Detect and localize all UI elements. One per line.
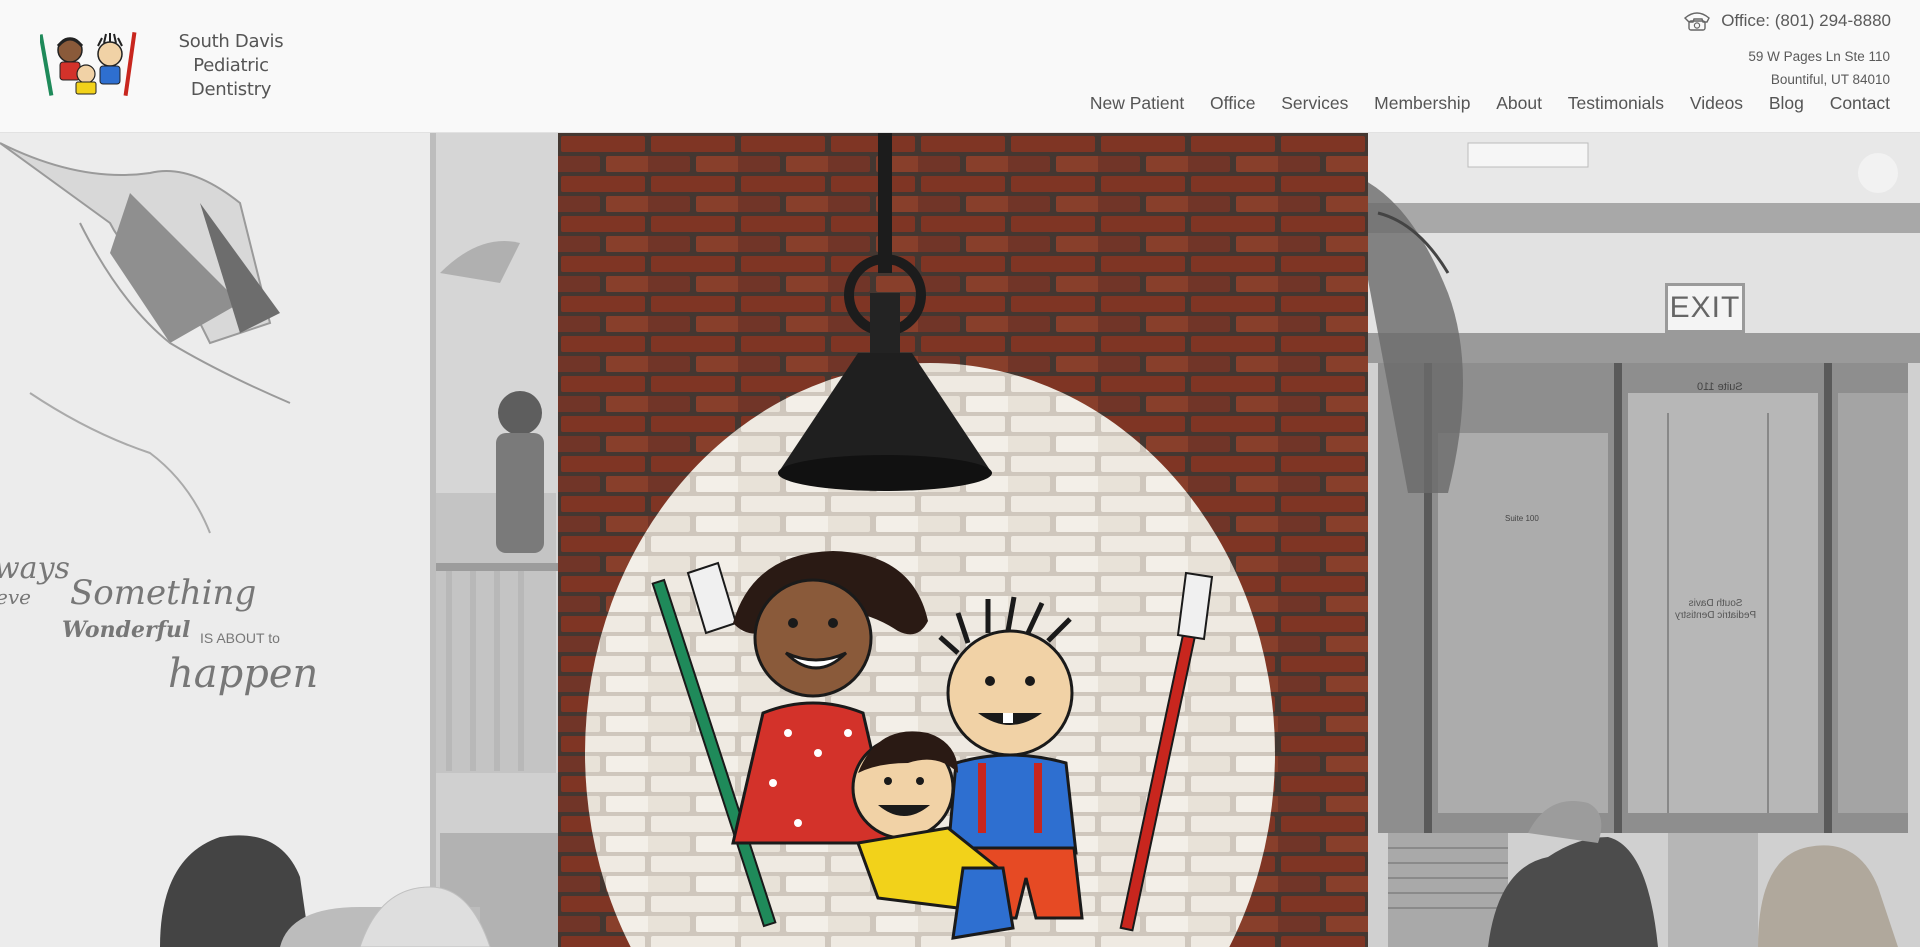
suite-sign-mirrored: Suite 110: [1697, 381, 1743, 393]
brand-logo-link[interactable]: South Davis Pediatric Dentistry: [40, 28, 320, 104]
address-line2: Bountiful, UT 84010: [1770, 72, 1890, 87]
nav-about[interactable]: About: [1470, 91, 1542, 116]
wall-quote-line4: Wonderful: [62, 617, 191, 643]
nav-membership[interactable]: Membership: [1348, 91, 1470, 116]
door-logo-line1: South Davis: [1688, 598, 1743, 609]
office-phone-link[interactable]: Office: (801) 294-8880: [1683, 10, 1891, 32]
wall-quote-line3: Something: [70, 573, 257, 613]
kids-toothbrush-logo-icon: [40, 32, 137, 96]
brand-name-line2: Dentistry: [190, 79, 272, 100]
hero-left-photo: ways eve Something Wonderful IS ABOUT to…: [0, 133, 558, 947]
site-header: South Davis Pediatric Dentistry Office: …: [0, 0, 1920, 133]
telephone-icon: [1684, 12, 1711, 31]
hero-featured-photo: [558, 133, 1368, 947]
brand-name-line1: South Davis Pediatric: [178, 31, 284, 76]
door-logo-mirrored: South Davis Pediatric Dentistry: [1675, 598, 1756, 622]
hero-right-photo: EXIT: [1368, 133, 1920, 947]
nav-testimonials[interactable]: Testimonials: [1542, 91, 1664, 116]
office-phone-text: Office: (801) 294-8880: [1721, 11, 1891, 30]
wall-quote-line5: IS ABOUT to: [200, 630, 280, 646]
wall-quote-line1: ways: [0, 551, 70, 586]
brick-wall-kids-mural-image: [558, 133, 1368, 947]
nav-office[interactable]: Office: [1184, 91, 1255, 116]
hero-gallery: ways eve Something Wonderful IS ABOUT to…: [0, 133, 1920, 947]
nav-new-patient[interactable]: New Patient: [1064, 91, 1184, 116]
office-address: 59 W Pages Ln Ste 110 Bountiful, UT 8401…: [1748, 45, 1890, 91]
door-logo-line2: Pediatric Dentistry: [1675, 610, 1757, 621]
nav-contact[interactable]: Contact: [1804, 91, 1890, 116]
wall-quote-line2: eve: [0, 585, 31, 609]
exit-sign: EXIT: [1665, 283, 1745, 333]
nav-videos[interactable]: Videos: [1664, 91, 1743, 116]
wall-quote-line6: happen: [168, 651, 319, 697]
nav-services[interactable]: Services: [1255, 91, 1348, 116]
nav-blog[interactable]: Blog: [1743, 91, 1804, 116]
address-line1: 59 W Pages Ln Ste 110: [1748, 49, 1890, 64]
brand-name: South Davis Pediatric Dentistry: [142, 30, 320, 102]
office-lobby-right-image: [1368, 133, 1920, 947]
suite-door-label: Suite 100: [1505, 514, 1539, 523]
main-nav: New Patient Office Services Membership A…: [1064, 91, 1890, 116]
office-interior-left-image: [0, 133, 558, 947]
